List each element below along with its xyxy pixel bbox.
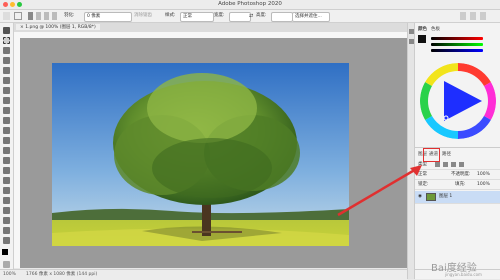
stamp-tool-icon[interactable] (3, 117, 10, 124)
fill-label: 填充: (455, 182, 466, 187)
home-icon[interactable] (3, 12, 10, 20)
tab-color[interactable]: 颜色 (418, 26, 427, 32)
canvas-image[interactable] (52, 63, 349, 246)
filter-adjust-icon[interactable] (443, 162, 448, 167)
width-label: 宽度: (214, 13, 225, 18)
move-tool-icon[interactable] (3, 27, 10, 34)
new-selection-icon[interactable] (28, 12, 33, 20)
tab-paths[interactable]: 路径 (442, 151, 451, 157)
hand-tool-icon[interactable] (3, 217, 10, 224)
swap-icon[interactable]: ⇄ (249, 12, 253, 20)
search-icon[interactable] (460, 12, 466, 20)
opacity-label: 不透明度: (451, 172, 471, 177)
more-tools-icon[interactable] (3, 237, 10, 244)
crop-tool-icon[interactable] (3, 67, 10, 74)
quick-select-tool-icon[interactable] (3, 57, 10, 64)
workspace-icon[interactable] (470, 12, 476, 20)
style-select[interactable]: 正常 (180, 12, 214, 22)
dodge-tool-icon[interactable] (3, 167, 10, 174)
zoom-tool-icon[interactable] (3, 227, 10, 234)
marquee-preset-icon[interactable] (14, 12, 22, 20)
add-selection-icon[interactable] (36, 12, 41, 20)
share-icon[interactable] (480, 12, 486, 20)
fill-input[interactable]: 100% (477, 180, 490, 189)
width-input[interactable] (229, 12, 251, 22)
annotation-arrow-icon (337, 165, 422, 217)
color-slider-1[interactable] (431, 37, 483, 40)
pen-tool-icon[interactable] (3, 177, 10, 184)
document-tab[interactable]: × 1.png @ 100% (图层 1, RGB/8*) (16, 24, 100, 30)
feather-input[interactable]: 0 像素 (84, 12, 132, 22)
feather-label: 羽化: (64, 13, 75, 18)
style-label: 样式: (165, 13, 176, 18)
filter-pixel-icon[interactable] (435, 162, 440, 167)
eyedropper-tool-icon[interactable] (3, 87, 10, 94)
height-input[interactable] (271, 12, 293, 22)
tree-landscape-image (52, 63, 349, 246)
layer-name[interactable]: 图层 1 (439, 191, 452, 203)
color-foreground-swatch[interactable] (418, 35, 426, 43)
options-bar: 羽化: 0 像素 消除锯齿 样式: 正常 宽度: ⇄ 高度: 选择并遮住... (0, 10, 500, 23)
type-tool-icon[interactable] (3, 187, 10, 194)
hue-wheel-graphic (420, 63, 496, 139)
subtract-selection-icon[interactable] (44, 12, 49, 20)
select-and-mask-button[interactable]: 选择并遮住... (292, 12, 330, 22)
document-tab-label: 1.png @ 100% (图层 1, RGB/8*) (25, 25, 96, 30)
color-slider-2[interactable] (431, 43, 483, 46)
shape-tool-icon[interactable] (3, 207, 10, 214)
tools-panel (0, 23, 14, 269)
title-bar: Adobe Photoshop 2020 (0, 0, 500, 10)
color-slider-3[interactable] (431, 49, 483, 52)
color-wheel[interactable] (420, 63, 496, 139)
history-brush-tool-icon[interactable] (3, 127, 10, 134)
window-title: Adobe Photoshop 2020 (218, 1, 282, 7)
quick-mask-icon[interactable] (3, 261, 10, 268)
filter-shape-icon[interactable] (459, 162, 464, 167)
height-label: 高度: (256, 13, 267, 18)
tab-swatches[interactable]: 色板 (431, 26, 440, 32)
filter-type-icon[interactable] (451, 162, 456, 167)
lasso-tool-icon[interactable] (3, 47, 10, 54)
blur-tool-icon[interactable] (3, 157, 10, 164)
brush-tool-icon[interactable] (3, 107, 10, 114)
eraser-tool-icon[interactable] (3, 137, 10, 144)
gradient-tool-icon[interactable] (3, 147, 10, 154)
marquee-tool-icon[interactable] (3, 37, 10, 44)
healing-brush-tool-icon[interactable] (3, 97, 10, 104)
frame-tool-icon[interactable] (3, 77, 10, 84)
intersect-selection-icon[interactable] (52, 12, 57, 20)
antialias-checkbox[interactable]: 消除锯齿 (134, 12, 152, 20)
opacity-input[interactable]: 100% (477, 170, 490, 179)
path-select-tool-icon[interactable] (3, 197, 10, 204)
status-bar: 100% 1766 像素 x 1080 像素 (144 ppi) (0, 269, 407, 280)
foreground-color-swatch[interactable] (2, 249, 8, 255)
watermark-url: jingyan.baidu.com (445, 272, 482, 277)
